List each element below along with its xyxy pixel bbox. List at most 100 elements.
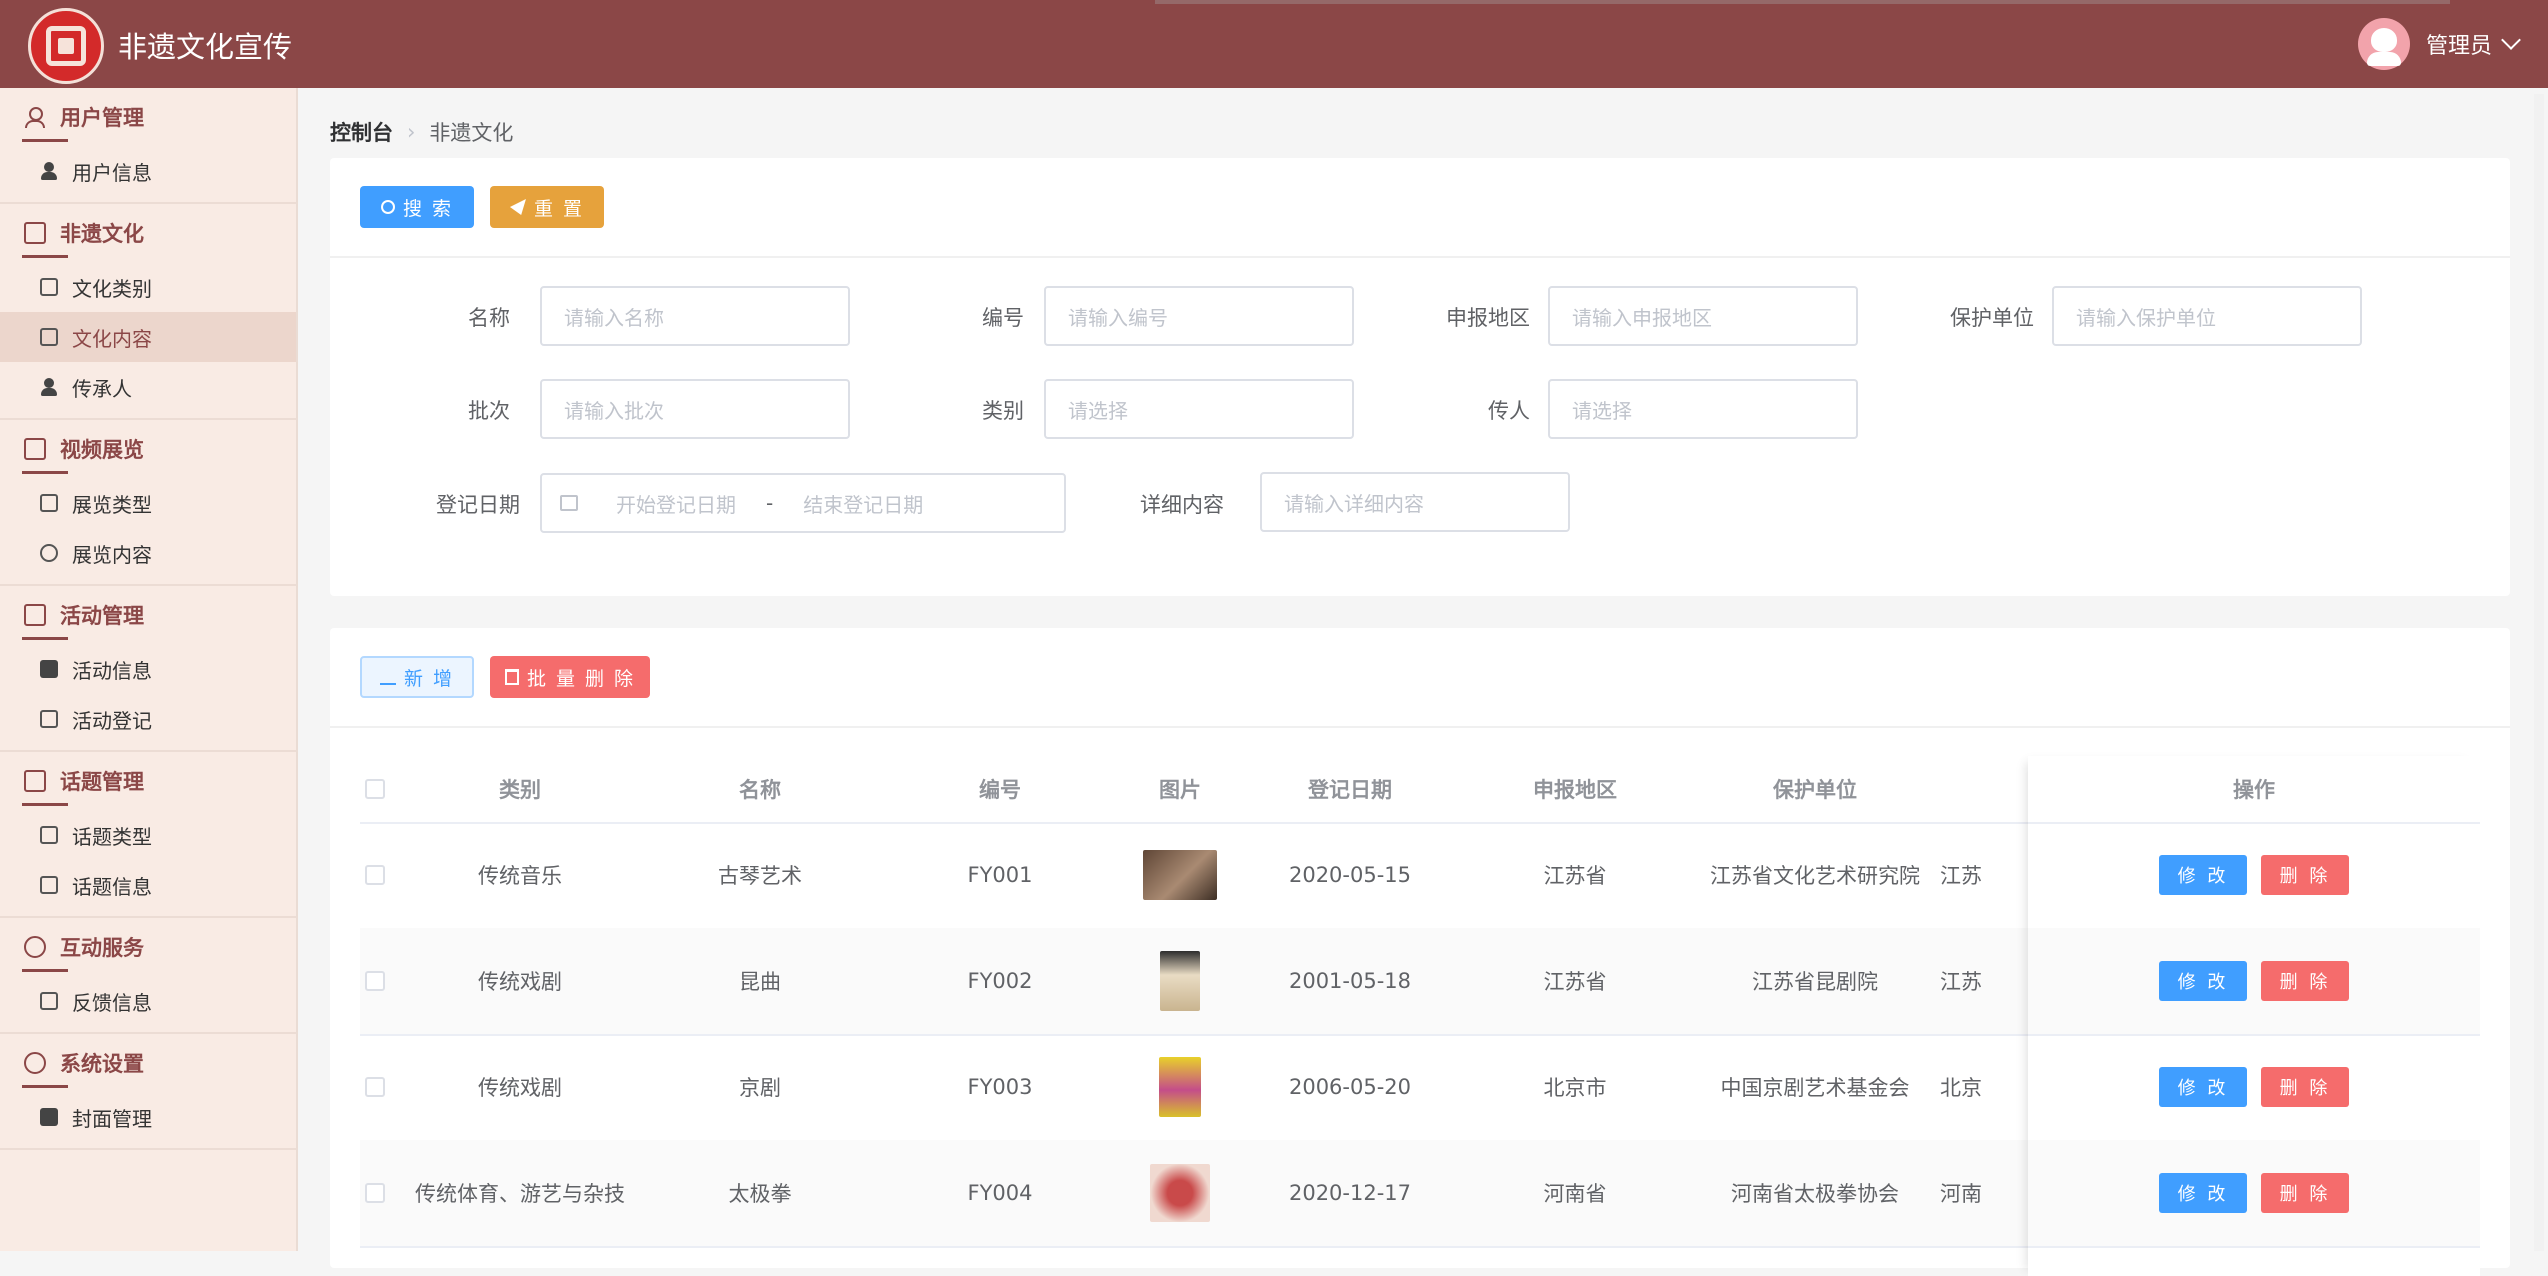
- sidebar-item-culture-category[interactable]: 文化类别: [0, 262, 296, 312]
- group-underline: [22, 637, 68, 640]
- thumbnail-image[interactable]: [1159, 1057, 1201, 1117]
- sidebar-item-topic-info[interactable]: 话题信息: [0, 860, 296, 910]
- cell-unit: 江苏省文化艺术研究院: [1710, 864, 1920, 888]
- reset-button[interactable]: 重 置: [490, 186, 604, 228]
- sidebar-group-service: 互动服务 反馈信息: [0, 918, 296, 1034]
- sidebar-item-user-info[interactable]: 用户信息: [0, 146, 296, 196]
- cell-partial: 江苏: [1940, 864, 1982, 888]
- edit-button[interactable]: 修 改: [2159, 1067, 2247, 1107]
- detail-input[interactable]: 请输入详细内容: [1260, 472, 1570, 532]
- play-circle-icon: [40, 544, 58, 562]
- cell-date: 2001-05-18: [1288, 969, 1412, 993]
- edit-button[interactable]: 修 改: [2159, 961, 2247, 1001]
- breadcrumb-home[interactable]: 控制台: [330, 117, 393, 147]
- delete-button[interactable]: 删 除: [2261, 855, 2349, 895]
- chevron-down-icon[interactable]: [2501, 30, 2521, 50]
- open-book-icon: [40, 328, 58, 346]
- page-scrollbar[interactable]: [2534, 94, 2544, 1251]
- sidebar-group-activity: 活动管理 活动信息 活动登记: [0, 586, 296, 752]
- code-input[interactable]: 请输入编号: [1044, 286, 1354, 346]
- cell-partial: 北京: [1940, 1076, 1982, 1100]
- cell-partial: 河南: [1940, 1182, 1982, 1206]
- region-input[interactable]: 请输入申报地区: [1548, 286, 1858, 346]
- date-range-picker[interactable]: 开始登记日期 - 结束登记日期: [540, 473, 1066, 533]
- avatar[interactable]: [2357, 18, 2410, 70]
- thumbnail-image[interactable]: [1160, 951, 1200, 1011]
- book-icon: [24, 222, 46, 244]
- cell-unit: 河南省太极拳协会: [1731, 1182, 1899, 1206]
- category-select[interactable]: 请选择: [1044, 379, 1354, 439]
- sidebar: 用户管理 用户信息 非遗文化 文化类别 文化内容 传承人 视频展览 展览类型 展…: [0, 88, 298, 1251]
- sidebar-item-activity-info[interactable]: 活动信息: [0, 644, 296, 694]
- sidebar-group-title[interactable]: 用户管理: [0, 88, 296, 146]
- row-actions: 修 改 删 除: [2028, 1140, 2480, 1248]
- headset-icon: [24, 936, 46, 958]
- cell-name: 古琴艺术: [718, 864, 802, 888]
- cell-category: 传统音乐: [478, 864, 562, 888]
- calendar-icon: [24, 604, 46, 626]
- sidebar-group-title[interactable]: 话题管理: [0, 752, 296, 810]
- sidebar-item-inheritor[interactable]: 传承人: [0, 362, 296, 412]
- date-end-input[interactable]: 结束登记日期: [803, 489, 923, 518]
- thumbnail-image[interactable]: [1150, 1164, 1210, 1222]
- sidebar-group-title[interactable]: 视频展览: [0, 420, 296, 478]
- cell-date: 2006-05-20: [1288, 1075, 1412, 1099]
- trash-icon: [504, 669, 519, 685]
- batch-input[interactable]: 请输入批次: [540, 379, 850, 439]
- edit-button[interactable]: 修 改: [2159, 855, 2247, 895]
- sidebar-item-exhibit-type[interactable]: 展览类型: [0, 478, 296, 528]
- sidebar-group-video: 视频展览 展览类型 展览内容: [0, 420, 296, 586]
- cell-region: 河南省: [1543, 1182, 1607, 1206]
- row-checkbox[interactable]: [360, 822, 390, 928]
- sidebar-group-title[interactable]: 活动管理: [0, 586, 296, 644]
- unit-label: 保护单位: [1950, 306, 2034, 330]
- group-underline: [22, 471, 68, 474]
- cell-category: 传统体育、游艺与杂技: [415, 1182, 625, 1206]
- row-actions: 修 改 删 除: [2028, 928, 2480, 1036]
- sidebar-item-exhibit-content[interactable]: 展览内容: [0, 528, 296, 578]
- batch-delete-button[interactable]: 批 量 删 除: [490, 656, 650, 698]
- date-start-input[interactable]: 开始登记日期: [616, 489, 736, 518]
- sidebar-group-title[interactable]: 互动服务: [0, 918, 296, 976]
- date-separator: -: [766, 491, 774, 515]
- search-button[interactable]: 搜 索: [360, 186, 474, 228]
- sidebar-group-title[interactable]: 非遗文化: [0, 204, 296, 262]
- app-logo-icon: [28, 8, 104, 84]
- top-strip: [1155, 0, 2450, 4]
- sidebar-item-topic-type[interactable]: 话题类型: [0, 810, 296, 860]
- cell-category: 传统戏剧: [478, 970, 562, 994]
- sidebar-item-feedback[interactable]: 反馈信息: [0, 976, 296, 1026]
- picture-icon: [40, 1108, 58, 1126]
- row-checkbox[interactable]: [360, 928, 390, 1034]
- add-button[interactable]: 新 增: [360, 656, 474, 698]
- edit-button[interactable]: 修 改: [2159, 1173, 2247, 1213]
- thumbnail-image[interactable]: [1143, 850, 1217, 900]
- name-label: 名称: [468, 306, 510, 330]
- select-all-checkbox[interactable]: [360, 756, 390, 822]
- gear-icon: [24, 1052, 46, 1074]
- sidebar-item-cover[interactable]: 封面管理: [0, 1092, 296, 1142]
- inheritor-select[interactable]: 请选择: [1548, 379, 1858, 439]
- delete-button[interactable]: 删 除: [2261, 961, 2349, 1001]
- sidebar-group-title[interactable]: 系统设置: [0, 1034, 296, 1092]
- cell-name: 昆曲: [739, 970, 781, 994]
- sidebar-group-user: 用户管理 用户信息: [0, 88, 296, 204]
- delete-button[interactable]: 删 除: [2261, 1067, 2349, 1107]
- cell-date: 2020-05-15: [1288, 863, 1412, 887]
- send-icon: [509, 199, 526, 215]
- group-underline: [22, 1085, 68, 1088]
- delete-button[interactable]: 删 除: [2261, 1173, 2349, 1213]
- user-menu[interactable]: 管理员: [2357, 18, 2521, 70]
- sidebar-item-culture-content[interactable]: 文化内容: [0, 312, 296, 362]
- top-header: 非遗文化宣传 管理员: [0, 0, 2548, 88]
- cell-code: FY003: [967, 1075, 1033, 1099]
- row-checkbox[interactable]: [360, 1140, 390, 1246]
- user-name[interactable]: 管理员: [2426, 28, 2492, 60]
- name-input[interactable]: 请输入名称: [540, 286, 850, 346]
- unit-input[interactable]: 请输入保护单位: [2052, 286, 2362, 346]
- edit-icon: [379, 669, 396, 685]
- row-checkbox[interactable]: [360, 1034, 390, 1140]
- inheritor-label: 传人: [1488, 399, 1530, 423]
- sidebar-item-activity-register[interactable]: 活动登记: [0, 694, 296, 744]
- search-toolbar: 搜 索 重 置: [330, 158, 2510, 258]
